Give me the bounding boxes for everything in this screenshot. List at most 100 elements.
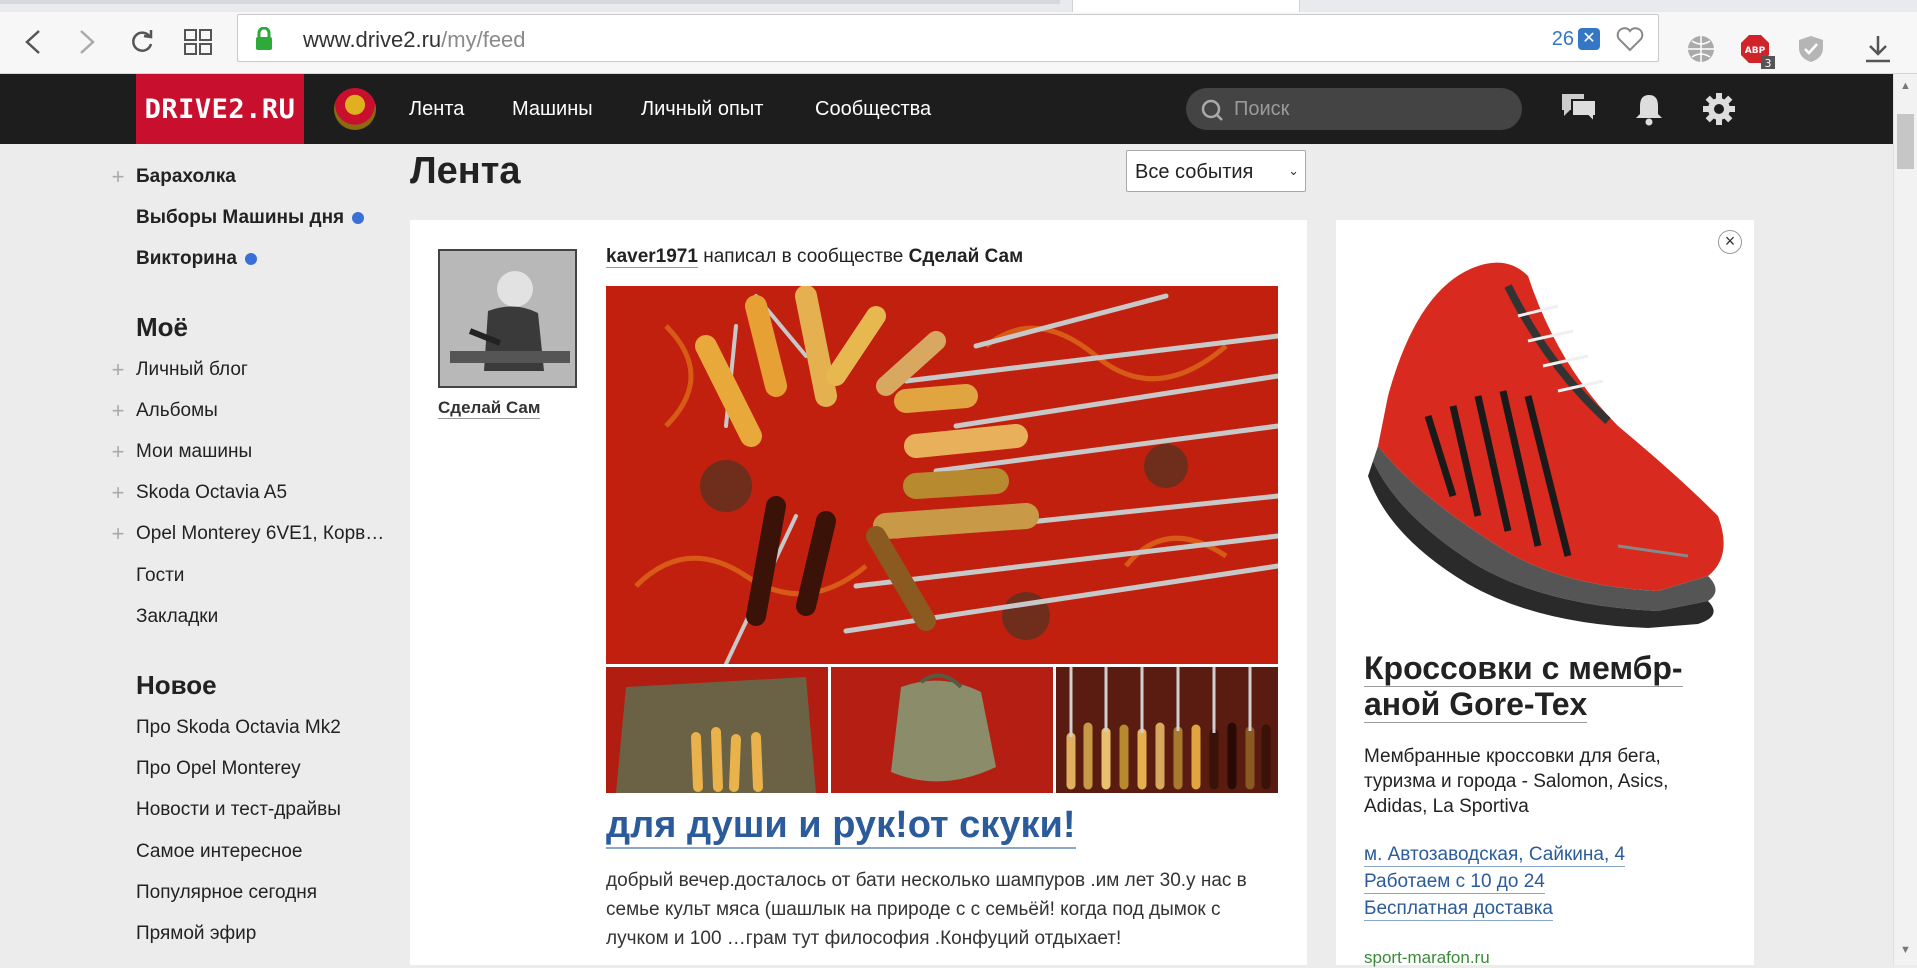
sidebar-item-opel[interactable]: + Opel Monterey 6VE1, Корв… <box>100 519 385 549</box>
community-avatar[interactable] <box>438 249 577 388</box>
tabs-grid-button[interactable] <box>180 24 216 60</box>
sidebar-item-news[interactable]: Новости и тест-драйвы <box>100 795 341 825</box>
back-arrow-icon <box>25 30 40 54</box>
messages-icon[interactable] <box>1560 92 1598 129</box>
adblock-icon[interactable]: ABP 3 <box>1740 34 1776 75</box>
plus-icon[interactable]: + <box>100 164 136 190</box>
post-meta: kaver1971 написал в сообществе Сделай Са… <box>606 246 1023 268</box>
download-icon[interactable] <box>1864 34 1892 69</box>
sidebar-item-interesting[interactable]: Самое интересное <box>100 837 302 867</box>
plus-icon[interactable]: + <box>100 521 136 547</box>
site-header: DRIVE2.RU Лента Машины Личный опыт Сообщ… <box>0 74 1900 144</box>
sidebar-item-guests[interactable]: Гости <box>100 561 184 591</box>
shoe-illustration <box>1368 262 1724 628</box>
adblock-badge: 3 <box>1765 57 1772 70</box>
notifications-bell-icon[interactable] <box>1634 92 1664 131</box>
inactive-tab[interactable] <box>0 0 1060 4</box>
ad-description: Мембранные кроссовки для бега, туризма и… <box>1364 746 1669 817</box>
post-excerpt: добрый вечер.досталось от бати несколько… <box>606 870 1247 949</box>
address-bar[interactable]: www.drive2.ru/my/feed 26 ✕ <box>237 14 1659 62</box>
chevron-down-icon: ⌄ <box>1288 163 1299 178</box>
shield-extension-icon[interactable] <box>1796 34 1826 69</box>
settings-gear-icon[interactable] <box>1702 92 1736 131</box>
skewers-photo <box>606 286 1278 664</box>
feed-post-card: Сделай Сам kaver1971 написал в сообществ… <box>410 220 1307 965</box>
sidebar-item-quiz[interactable]: Викторина <box>100 244 257 274</box>
plus-icon[interactable]: + <box>100 480 136 506</box>
community-caption[interactable]: Сделай Сам <box>438 398 541 419</box>
sidebar-item-about-opel[interactable]: Про Opel Monterey <box>100 754 301 784</box>
community-link[interactable]: Сделай Сам <box>909 246 1024 267</box>
search-icon <box>1200 98 1224 127</box>
ad-site-link[interactable]: sport-marafon.ru <box>1364 948 1490 968</box>
tab-strip <box>0 0 1917 12</box>
plus-icon[interactable]: + <box>100 439 136 465</box>
nav-cars[interactable]: Машины <box>512 74 593 144</box>
forward-arrow-icon <box>80 30 95 54</box>
user-avatar-emblem[interactable] <box>334 88 376 130</box>
plus-icon[interactable]: + <box>100 398 136 424</box>
ad-link-hours[interactable]: Работаем с 10 до 24 <box>1364 871 1545 894</box>
new-dot-indicator <box>352 212 365 224</box>
sidebar-item-my-cars[interactable]: + Мои машины <box>100 437 253 467</box>
url-text[interactable]: www.drive2.ru/my/feed <box>303 27 526 53</box>
ad-title[interactable]: Кроссовки с мембр-аной Gore-Tex <box>1364 650 1724 723</box>
sidebar-item-bookmarks[interactable]: Закладки <box>100 602 218 632</box>
post-title-link[interactable]: для души и рук!от скуки! <box>606 804 1076 849</box>
sidebar-item-albums[interactable]: + Альбомы <box>100 396 218 426</box>
post-thumb-2[interactable] <box>831 667 1053 793</box>
ad-link-address[interactable]: м. Автозаводская, Сайкина, 4 <box>1364 844 1626 867</box>
page-scrollbar[interactable]: ▲ ▼ <box>1893 74 1917 965</box>
forward-button[interactable] <box>68 24 104 60</box>
ad-link-delivery[interactable]: Бесплатная доставка <box>1364 898 1553 921</box>
adblock-label: ABP <box>1745 46 1766 56</box>
advertisement: × Кроссовки с мембр-аной Gore-Tex Мембра… <box>1336 220 1754 968</box>
sidebar-item-car-of-day[interactable]: Выборы Машины дня <box>100 203 365 233</box>
search-placeholder: Поиск <box>1234 98 1290 120</box>
sidebar-item-blog[interactable]: + Личный блог <box>100 355 248 385</box>
scrollbar-thumb[interactable] <box>1897 114 1914 169</box>
sidebar-item-about-skoda[interactable]: Про Skoda Octavia Mk2 <box>100 713 341 743</box>
post-main-photo[interactable] <box>606 286 1278 664</box>
scroll-down-arrow-icon[interactable]: ▼ <box>1900 944 1911 956</box>
search-input[interactable]: Поиск <box>1186 88 1522 130</box>
url-path: /my/feed <box>441 27 526 52</box>
thumb-photo-2 <box>831 667 1053 793</box>
scroll-up-arrow-icon[interactable]: ▲ <box>1900 80 1911 92</box>
section-title-new: Новое <box>136 670 217 700</box>
sidebar-item-skoda[interactable]: + Skoda Octavia A5 <box>100 478 287 508</box>
reload-icon <box>132 30 153 52</box>
back-button[interactable] <box>16 24 52 60</box>
new-dot-indicator <box>244 253 257 265</box>
nav-communities[interactable]: Сообщества <box>815 74 931 144</box>
sidebar-item-live[interactable]: Прямой эфир <box>100 919 256 949</box>
post-thumb-3[interactable] <box>1056 667 1278 793</box>
page-title: Лента <box>410 150 521 192</box>
nav-experience[interactable]: Личный опыт <box>641 74 763 144</box>
filter-selected-value: Все события <box>1135 161 1254 183</box>
plus-icon[interactable]: + <box>100 357 136 383</box>
nav-feed[interactable]: Лента <box>409 74 464 144</box>
browser-toolbar: www.drive2.ru/my/feed 26 ✕ ABP 3 <box>0 12 1917 74</box>
reload-button[interactable] <box>124 24 160 60</box>
bookmark-heart-icon[interactable] <box>1616 26 1644 57</box>
post-thumb-1[interactable] <box>606 667 828 793</box>
events-filter-select[interactable]: Все события ⌄ <box>1126 150 1306 192</box>
privacy-shield-icon[interactable]: ✕ <box>1578 28 1600 50</box>
thumb-photo-3 <box>1056 667 1278 793</box>
globe-extension-icon[interactable] <box>1686 34 1716 69</box>
sidebar-item-baraholka[interactable]: + Барахолка <box>100 162 236 192</box>
grid-icon <box>184 29 212 55</box>
lock-icon <box>254 26 274 56</box>
community-photo <box>440 251 575 386</box>
sidebar-item-popular[interactable]: Популярное сегодня <box>100 878 317 908</box>
section-title-mine: Моё <box>136 312 188 342</box>
active-tab[interactable] <box>1072 0 1300 12</box>
privacy-count: 26 <box>1551 28 1574 50</box>
ad-shoe-image[interactable] <box>1358 246 1738 641</box>
url-host: www.drive2.ru <box>303 27 442 52</box>
drive2-logo[interactable]: DRIVE2.RU <box>136 74 304 144</box>
author-link[interactable]: kaver1971 <box>606 246 698 268</box>
thumb-photo-1 <box>606 667 828 793</box>
post-action: написал в сообществе <box>703 246 904 267</box>
